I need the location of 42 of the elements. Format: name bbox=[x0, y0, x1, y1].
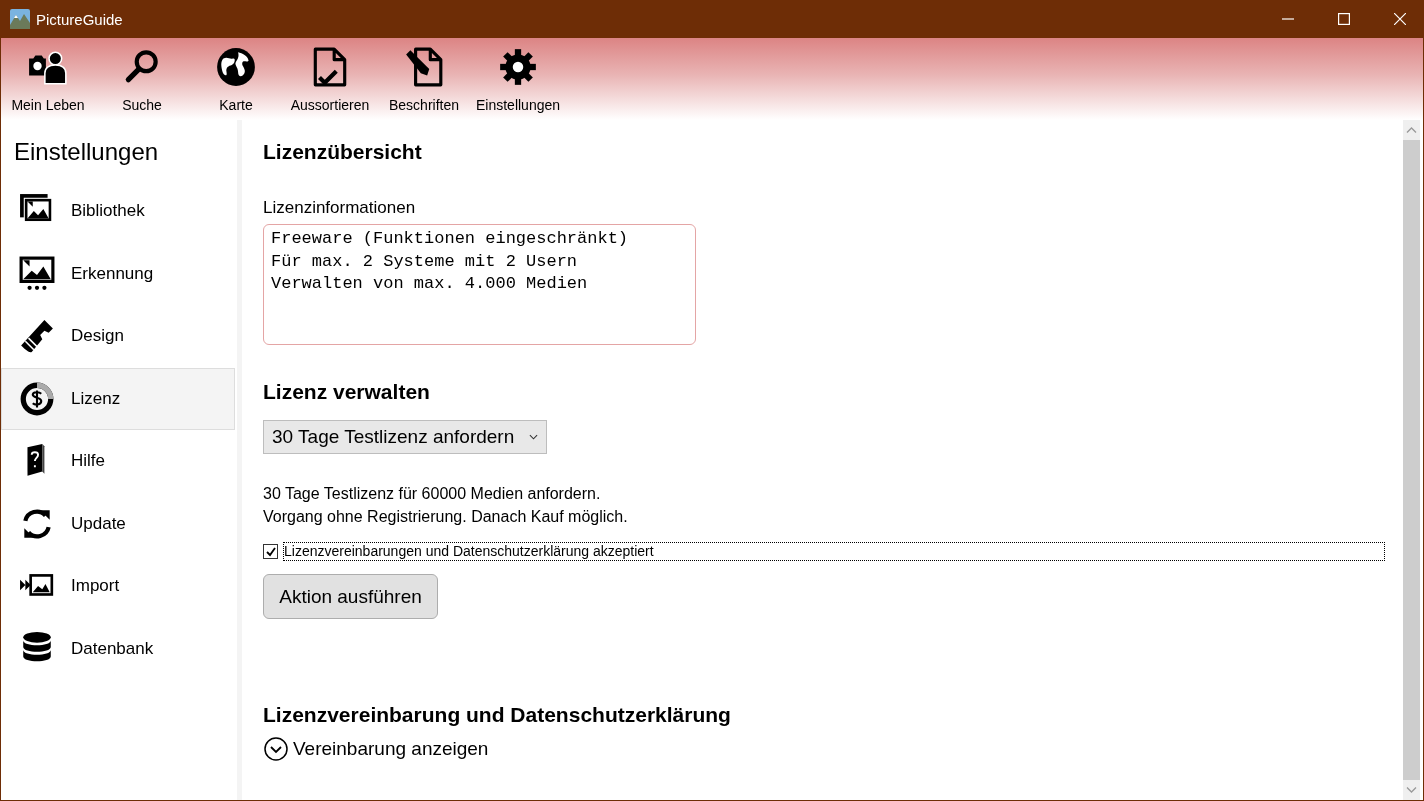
toolbar-button[interactable]: Suche bbox=[95, 38, 189, 120]
sidebar-item[interactable]: Design bbox=[1, 305, 235, 368]
dollar-coin-icon bbox=[19, 380, 55, 417]
sidebar-item[interactable]: Lizenz bbox=[1, 367, 235, 430]
sidebar-item[interactable]: Datenbank bbox=[1, 617, 235, 680]
scroll-down-icon[interactable] bbox=[1403, 780, 1420, 800]
maximize-icon bbox=[1338, 13, 1350, 25]
section-heading: Lizenzübersicht bbox=[263, 140, 422, 165]
document-pencil-icon bbox=[403, 46, 445, 88]
section-heading: Lizenz verwalten bbox=[263, 380, 430, 405]
agreement-expander[interactable]: Vereinbarung anzeigen bbox=[263, 737, 489, 761]
scrollbar[interactable] bbox=[1403, 120, 1420, 800]
landscape-picture-icon bbox=[10, 9, 30, 29]
section-heading: Lizenzvereinbarung und Datenschutzerklärung bbox=[263, 703, 731, 728]
scroll-up-icon[interactable] bbox=[1403, 120, 1420, 140]
description-text: 30 Tage Testlizenz für 60000 Medien anfordern. bbox=[263, 484, 602, 504]
globe-icon bbox=[215, 46, 257, 88]
checkmark-icon bbox=[264, 545, 277, 558]
window-title: PictureGuide bbox=[36, 10, 123, 28]
action-button[interactable]: Aktion ausführen bbox=[263, 574, 438, 619]
sidebar-item[interactable]: Hilfe bbox=[1, 430, 235, 493]
sidebar-item[interactable]: Erkennung bbox=[1, 242, 235, 305]
toolbar-button[interactable]: Aussortieren bbox=[283, 38, 377, 120]
action-dropdown[interactable]: 30 Tage Testlizenz anfordern bbox=[263, 420, 547, 454]
accept-checkbox[interactable]: Lizenzvereinbarungen und Datenschutzerklärung akzeptiert bbox=[263, 542, 1384, 561]
description-text: Vorgang ohne Registrierung. Danach Kauf möglich. bbox=[263, 507, 628, 527]
toolbar-button[interactable]: Mein Leben bbox=[1, 38, 95, 120]
brush-icon bbox=[19, 318, 55, 355]
sidebar-item[interactable]: Update bbox=[1, 492, 235, 555]
gear-icon bbox=[497, 46, 539, 88]
toolbar-button[interactable]: Einstellungen bbox=[471, 38, 565, 120]
sidebar-item[interactable]: Import bbox=[1, 555, 235, 618]
close-icon bbox=[1394, 13, 1406, 25]
toolbar-button[interactable]: Beschriften bbox=[377, 38, 471, 120]
chevron-down-circle-icon bbox=[264, 737, 288, 761]
toolbar-button[interactable]: Karte bbox=[189, 38, 283, 120]
caret-icon bbox=[529, 434, 538, 440]
picture-dots-icon bbox=[19, 255, 55, 292]
sidebar-title: Einstellungen bbox=[13, 137, 160, 167]
field-label: Lizenzinformationen bbox=[263, 198, 416, 218]
license-info-field[interactable]: Freeware (Funktionen eingeschränkt) Für max. 2 Systeme mit 2 Usern Verwalten von max. 4.000 Medien bbox=[263, 224, 696, 345]
sidebar-item[interactable]: Bibliothek bbox=[1, 180, 235, 243]
